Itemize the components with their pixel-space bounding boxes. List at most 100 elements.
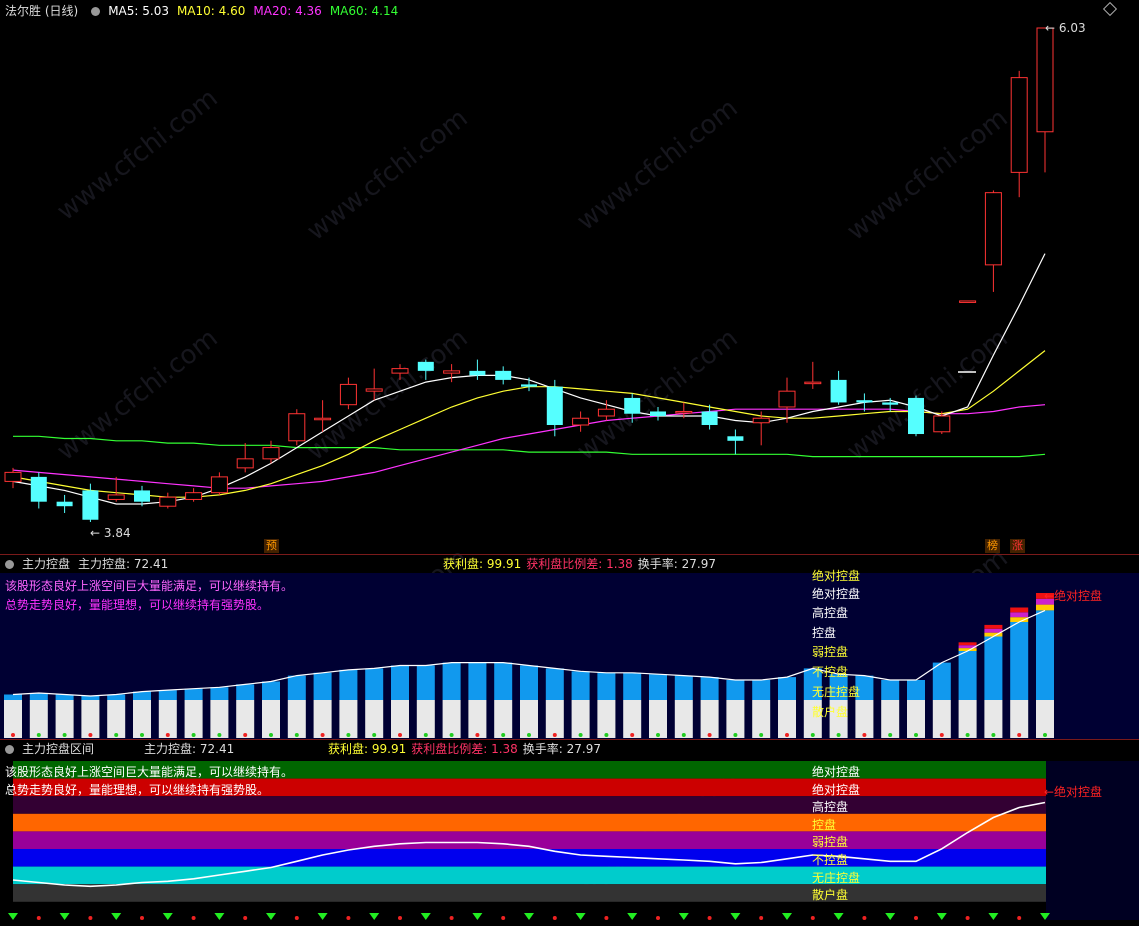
pane2-level-2: 高控盘 [812,606,849,620]
control-bar-base [416,700,435,738]
control-marker [475,733,480,737]
pane3-dot [88,916,93,920]
candle-body [727,436,744,441]
candle-body [546,386,563,426]
control-bar-base [907,700,925,738]
settings-icon[interactable] [91,7,101,16]
control-bar-mid [571,671,590,700]
settings-icon[interactable] [5,745,14,754]
control-bar-mid [674,675,693,700]
ma20-label: MA20: 4.36 [253,4,322,18]
candle-body [908,397,924,435]
control-bar-base [649,700,667,738]
control-bar-mid [623,672,642,700]
pane3-dot [862,916,867,920]
control-bar-base [442,700,461,738]
control-bar-base [107,700,126,738]
control-bar-mid [958,651,977,700]
pane3-dot [294,916,299,920]
pane3-stats: 获利盘: 99.91 获利盘比例差: 1.38 换手率: 27.97 [328,740,609,758]
control-bar-mid [520,665,538,700]
profit-label: 获利盘: 99.91 [443,557,522,571]
control-bar-mid [287,675,306,700]
tag-rank: 榜 [985,539,1000,553]
pane3-message-2: 总势走势良好，量能理想，可以继续持有强势股。 [5,783,270,797]
candle-body [804,381,822,385]
candle-body [443,370,461,374]
control-bar-mid [262,681,280,700]
control-marker [398,733,402,737]
control-marker [707,733,712,737]
control-bar-mid [726,680,745,700]
control-marker [965,733,970,737]
pane2-level-7: 散户盘 [812,705,849,719]
control-marker [810,733,815,737]
pane3-level-0: 绝对控盘 [812,765,861,779]
settings-icon[interactable] [5,560,14,569]
control-bar-red [958,642,977,646]
control-bar-mid [158,690,177,700]
candle-body [159,496,177,507]
control-bar-mid [597,672,616,700]
control-bar-base [726,700,745,738]
control-bar-base [1036,700,1054,738]
candle-body [933,415,951,433]
pane3-triangle [833,913,844,920]
ma60-label: MA60: 4.14 [329,4,399,18]
control-bar-mid [339,669,358,700]
pane3-title[interactable]: 主力控盘区间 [22,742,94,756]
pane3-level-5: 不控盘 [812,853,849,867]
pane2-message-2: 总势走势良好，量能理想，可以继续持有强势股。 [5,598,270,612]
pane2-title[interactable]: 主力控盘 [22,557,70,571]
control-marker [501,733,506,737]
control-bar-base [958,700,977,738]
control-marker [656,733,660,737]
pane3-dot [191,916,196,920]
candle-body [4,471,22,482]
control-marker [114,733,119,737]
pane3-dot [552,916,557,920]
candle-body [778,390,796,408]
control-bar-base [752,700,771,738]
candle-body [185,492,203,500]
main-pane-header: 法尔胜 (日线) MA5: 5.03 MA10: 4.60 MA20: 4.36 MA6… [0,2,406,20]
control-marker [527,733,531,737]
pane3-dot [140,916,144,920]
pane3-triangle [162,913,173,920]
control-bar-mid [313,672,332,700]
pane3-dot [604,916,609,920]
control-bar-base [287,700,306,738]
ratio-label: 获利盘比例差: 1.38 [526,557,633,571]
pane2-level-3: 控盘 [812,626,837,640]
candle-body [521,384,537,387]
control-bar-mid [1036,610,1054,700]
candle-body [1010,77,1028,173]
control-bar-base [881,700,900,738]
control-bar-mid [984,636,1003,700]
ma10-label: MA10: 4.60 [176,4,246,18]
control-marker [862,733,867,737]
control-marker [759,733,764,737]
pane3-header: 主力控盘区间 主力控盘: 72.41 [0,740,242,758]
candle-body [650,411,666,416]
low-price-label: ← 3.84 [90,526,131,540]
pane3-triangle [627,913,638,920]
stock-title[interactable]: 法尔胜 (日线) [5,4,78,18]
pane3-dot [759,916,764,920]
high-price-value: 6.03 [1058,21,1086,35]
pane2-arrow-label: ←绝对控盘 [1044,589,1103,603]
candle-body [134,490,150,502]
control-bar-mid [778,677,796,700]
pane3-message-1: 该股形态良好上涨空间巨大量能满足，可以继续持有。 [5,765,294,779]
pane3-level-2: 高控盘 [812,800,849,814]
candle-body [107,494,125,500]
control-bar-base [778,700,796,738]
candle-body [30,476,47,502]
control-marker [346,733,351,737]
control-bar-base [210,700,229,738]
pane2-header: 主力控盘 主力控盘: 72.41 [0,555,176,573]
control-marker [449,733,454,737]
pane3-triangle [885,913,896,920]
control-marker [88,733,93,737]
control-marker [62,733,67,737]
